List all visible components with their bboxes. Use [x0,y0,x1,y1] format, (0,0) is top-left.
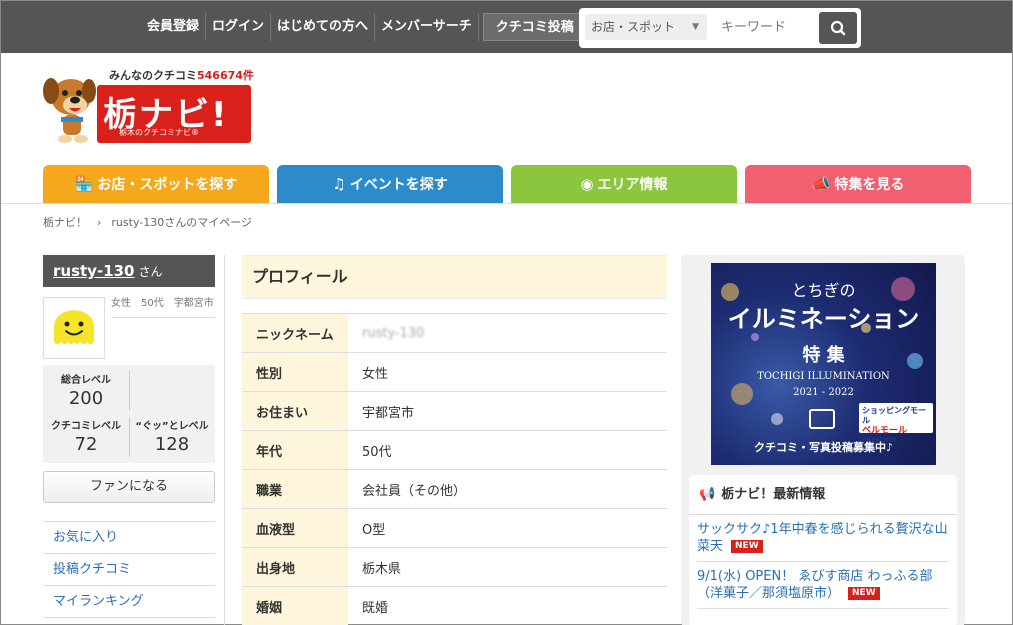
profile-value: 女性 [348,352,667,392]
menu-posted-reviews[interactable]: 投稿クチコミ [43,554,215,586]
megaphone-icon: 📣 [811,175,831,193]
compass-icon: ◉ [580,175,594,193]
user-name-header: rusty-130 さん [43,255,215,287]
avatar [43,297,105,359]
banner-english: TOCHIGI ILLUMINATION [757,371,890,382]
user-levels: 総合レベル 200 クチコミレベル 72 “ぐッ”とレベル 128 [43,365,215,463]
logo-wordmark: 栃ナビ! 栃木のクチコミナビ® [97,85,251,143]
banner-line2: イルミネーション [727,305,920,333]
profile-value: rusty-130 [348,313,667,353]
smiley-avatar-icon [53,310,95,344]
banner-line3: 特 集 [802,345,845,366]
user-name[interactable]: rusty-130 [53,262,135,280]
table-row: 出身地 栃木県 [242,547,667,587]
profile-value: 宇都宮市 [348,391,667,431]
nav-register[interactable]: 会員登録 [141,13,207,41]
nav-post-review[interactable]: クチコミ投稿 [482,13,586,41]
search-button[interactable] [819,12,857,44]
camera-icon [809,409,835,429]
news-item[interactable]: サックサク♪1年中春を感じられる贅沢な山菜天 NEW [697,515,949,562]
illumination-banner[interactable]: とちぎの イルミネーション 特 集 TOCHIGI ILLUMINATION 2… [711,263,936,465]
profile-table: ニックネーム rusty-130 性別 女性 お住まい 宇都宮市 年代 50代 職業 会社… [242,313,667,625]
nav-login[interactable]: ログイン [206,13,272,41]
profile-value: 会社員（その他） [348,469,667,509]
banner-footer: クチコミ・写真投稿募集中♪ [753,441,894,454]
new-badge: NEW [731,540,763,553]
tab-area-info[interactable]: ◉ エリア情報 [511,165,737,203]
total-level: 総合レベル 200 [61,375,111,409]
search-category-select[interactable]: お店・スポット ▼ [585,14,707,40]
user-sidebar: rusty-130 さん 女性 50代 宇都宮市 総合レベル 200 クチコミレベ… [43,255,215,618]
right-column: とちぎの イルミネーション 特 集 TOCHIGI ILLUMINATION 2… [681,255,965,625]
profile-key: 血液型 [242,508,348,548]
profile-key: お住まい [242,391,348,431]
profile-heading: プロフィール [242,255,667,299]
menu-my-ranking[interactable]: マイランキング [43,586,215,618]
tab-find-events[interactable]: ♫ イベントを探す [277,165,503,203]
music-note-icon: ♫ [332,175,346,193]
nickname-value: rusty-130 [362,325,425,341]
banner-line1: とちぎの [791,281,856,300]
nav-first-time[interactable]: はじめての方へ [271,13,376,41]
profile-key: 婚姻 [242,586,348,625]
user-menu: お気に入り 投稿クチコミ マイランキング [43,521,215,618]
table-row: 婚姻 既婚 [242,586,667,625]
profile-value: 栃木県 [348,547,667,587]
profile-value: 既婚 [348,586,667,625]
level-divider [129,371,130,411]
table-row: 職業 会社員（その他） [242,469,667,509]
category-tabs: 🏪 お店・スポットを探す ♫ イベントを探す ◉ エリア情報 📣 特集を見る [43,165,971,203]
profile-key: 性別 [242,352,348,392]
breadcrumb-home[interactable]: 栃ナビ！ [43,216,87,229]
table-row: 性別 女性 [242,352,667,392]
news-item[interactable]: 9/1(水) OPEN！ ゑびす商店 わっふる部（洋菓子／那須塩原市） NEW [697,562,949,609]
table-row: お住まい 宇都宮市 [242,391,667,431]
tab-find-spots[interactable]: 🏪 お店・スポットを探す [43,165,269,203]
profile-key: 職業 [242,469,348,509]
store-icon: 🏪 [74,175,94,193]
breadcrumb-separator: › [97,216,102,229]
profile-value: 50代 [348,430,667,470]
profile-key: 出身地 [242,547,348,587]
profile-key: ニックネーム [242,313,348,353]
chevron-down-icon: ▼ [692,22,699,32]
banner-years: 2021 - 2022 [793,387,854,398]
tab-label: エリア情報 [597,177,668,193]
top-bar: 会員登録 ログイン はじめての方へ メンバーサーチ クチコミ投稿 お店・スポット… [1,1,1012,53]
good-level: “ぐッ”とレベル 128 [135,421,209,455]
user-honorific: さん [138,265,163,279]
become-fan-button[interactable]: ファンになる [43,471,215,503]
column-divider [224,255,225,625]
review-level: クチコミレベル 72 [51,421,121,455]
table-row: ニックネーム rusty-130 [242,313,667,353]
news-heading: 📢 栃ナビ！最新情報 [689,475,957,515]
site-logo[interactable]: みんなのクチコミ546674件 栃ナビ! 栃木のクチコミナビ® [41,65,256,147]
mascot-dog-icon [43,78,96,143]
breadcrumb-current: rusty-130さんのマイページ [111,216,253,229]
tab-divider [1,203,1012,204]
table-row: 年代 50代 [242,430,667,470]
tab-features[interactable]: 📣 特集を見る [745,165,971,203]
top-nav: 会員登録 ログイン はじめての方へ メンバーサーチ クチコミ投稿 [141,13,586,41]
search-icon [830,20,846,36]
nav-member-search[interactable]: メンバーサーチ [375,13,479,41]
table-row: 血液型 O型 [242,508,667,548]
search-input[interactable] [713,14,803,40]
user-meta: 女性 50代 宇都宮市 [111,297,215,318]
search-box: お店・スポット ▼ [579,8,861,48]
profile-value: O型 [348,508,667,548]
tab-label: 特集を見る [834,177,905,193]
sponsor-logo: ショッピングモール ベルモール PRESENTS [859,403,933,444]
tab-label: イベントを探す [349,177,448,193]
tab-label: お店・スポットを探す [97,177,238,193]
menu-favorites[interactable]: お気に入り [43,522,215,554]
profile-section: プロフィール ニックネーム rusty-130 性別 女性 お住まい 宇都宮市 年代 5… [242,255,667,625]
logo-tagline: みんなのクチコミ546674件 [109,69,254,82]
breadcrumb: 栃ナビ！ › rusty-130さんのマイページ [43,214,252,230]
new-badge: NEW [848,587,880,600]
megaphone-icon: 📢 [699,487,716,502]
latest-news: 📢 栃ナビ！最新情報 サックサク♪1年中春を感じられる贅沢な山菜天 NEW 9/1(… [689,475,957,625]
search-category-value: お店・スポット [591,20,676,34]
profile-key: 年代 [242,430,348,470]
